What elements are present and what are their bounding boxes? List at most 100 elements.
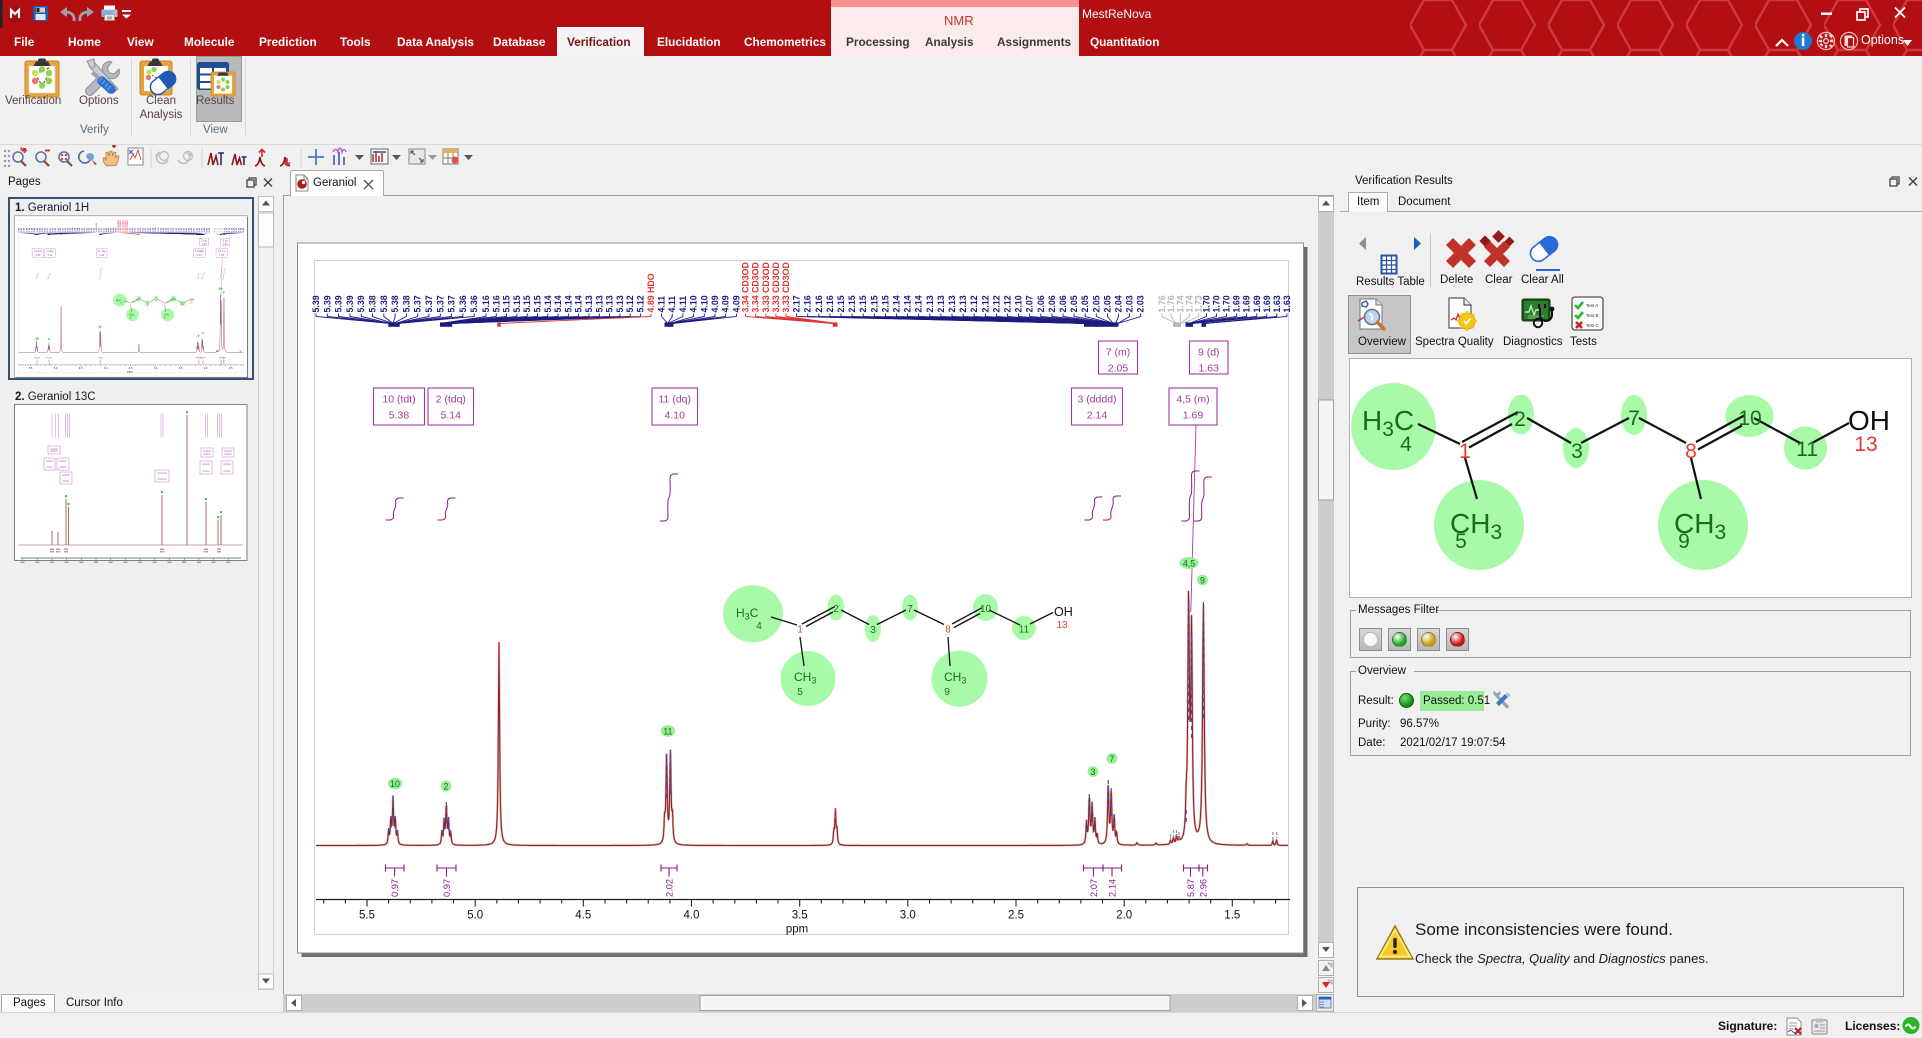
svg-text:4.10: 4.10 <box>665 410 686 422</box>
svg-text:5.39: 5.39 <box>311 295 321 312</box>
svg-text:5.36: 5.36 <box>458 295 468 312</box>
svg-text:5.14: 5.14 <box>553 295 563 312</box>
svg-text:5.87: 5.87 <box>1186 879 1196 897</box>
svg-text:5.15: 5.15 <box>533 295 543 312</box>
svg-text:10: 10 <box>390 779 400 789</box>
svg-text:Test A: Test A <box>1586 303 1598 308</box>
svg-text:4.89 HDO: 4.89 HDO <box>646 273 656 312</box>
svg-text:2.03: 2.03 <box>1136 295 1146 312</box>
svg-text:OH: OH <box>1848 405 1890 436</box>
svg-text:5.37: 5.37 <box>413 295 423 312</box>
svg-text:2.13: 2.13 <box>947 295 957 312</box>
svg-text:5.38: 5.38 <box>401 295 411 312</box>
svg-text:3: 3 <box>1571 440 1583 463</box>
svg-text:5.13: 5.13 <box>615 295 625 312</box>
svg-text:2.12: 2.12 <box>991 295 1001 312</box>
svg-text:1.70: 1.70 <box>1222 295 1232 312</box>
svg-text:2.14: 2.14 <box>903 295 913 312</box>
svg-text:5.38: 5.38 <box>389 410 410 422</box>
svg-text:1.63: 1.63 <box>1282 295 1292 312</box>
svg-text:5.37: 5.37 <box>435 295 445 312</box>
svg-text:5.13: 5.13 <box>584 295 594 312</box>
svg-text:3: 3 <box>1091 767 1096 777</box>
svg-text:1.69: 1.69 <box>1242 295 1252 312</box>
svg-text:4.10: 4.10 <box>699 295 709 312</box>
svg-text:2.16: 2.16 <box>814 295 824 312</box>
svg-text:2 (tdq): 2 (tdq) <box>436 394 466 406</box>
svg-text:5.16: 5.16 <box>481 295 491 312</box>
svg-text:1.63: 1.63 <box>1199 363 1220 375</box>
svg-text:2.15: 2.15 <box>847 295 857 312</box>
svg-text:4.5: 4.5 <box>575 910 591 922</box>
svg-text:2.12: 2.12 <box>980 295 990 312</box>
svg-text:5.39: 5.39 <box>334 295 344 312</box>
svg-text:5.15: 5.15 <box>522 295 532 312</box>
svg-text:2.13: 2.13 <box>958 295 968 312</box>
svg-text:4: 4 <box>756 621 762 632</box>
svg-text:5.39: 5.39 <box>345 295 355 312</box>
svg-text:9: 9 <box>1200 575 1205 585</box>
svg-text:3.34 CD3OD: 3.34 CD3OD <box>751 262 761 312</box>
svg-text:1.69: 1.69 <box>1252 295 1262 312</box>
svg-text:2.96: 2.96 <box>1198 879 1208 897</box>
svg-text:2.12: 2.12 <box>969 295 979 312</box>
svg-text:2.06: 2.06 <box>1036 295 1046 312</box>
svg-text:0.97: 0.97 <box>390 879 400 897</box>
svg-text:2.07: 2.07 <box>1089 879 1099 897</box>
svg-text:2.13: 2.13 <box>936 295 946 312</box>
svg-text:5.38: 5.38 <box>390 295 400 312</box>
svg-text:5.37: 5.37 <box>447 295 457 312</box>
svg-text:4,5: 4,5 <box>1183 558 1195 568</box>
svg-text:4,5 (m): 4,5 (m) <box>1176 394 1209 406</box>
svg-text:3.33 CD3OD: 3.33 CD3OD <box>771 262 781 312</box>
svg-text:2.5: 2.5 <box>1008 910 1024 922</box>
svg-text:2.14: 2.14 <box>1087 410 1108 422</box>
svg-text:4.11: 4.11 <box>667 296 677 313</box>
svg-text:2.05: 2.05 <box>1069 295 1079 312</box>
svg-text:1.69: 1.69 <box>1262 295 1272 312</box>
svg-text:ppm: ppm <box>786 924 808 936</box>
svg-text:2: 2 <box>833 604 839 615</box>
svg-text:4.10: 4.10 <box>689 295 699 312</box>
svg-text:9: 9 <box>1678 530 1690 553</box>
svg-text:5.38: 5.38 <box>368 295 378 312</box>
svg-text:1.5: 1.5 <box>1224 910 1240 922</box>
svg-text:2.15: 2.15 <box>869 295 879 312</box>
svg-text:3.33 CD3OD: 3.33 CD3OD <box>761 262 771 312</box>
svg-text:5.5: 5.5 <box>359 910 375 922</box>
svg-text:4.11: 4.11 <box>657 296 667 313</box>
svg-text:3 (dddd): 3 (dddd) <box>1077 394 1116 406</box>
svg-text:2.15: 2.15 <box>836 295 846 312</box>
svg-text:2.0: 2.0 <box>1116 910 1132 922</box>
svg-text:5.39: 5.39 <box>356 295 366 312</box>
svg-text:1: 1 <box>1459 440 1471 463</box>
svg-text:2: 2 <box>444 781 449 791</box>
svg-text:2.05: 2.05 <box>1091 295 1101 312</box>
svg-text:4.09: 4.09 <box>710 295 720 312</box>
svg-text:4.09: 4.09 <box>721 295 731 312</box>
svg-text:3.5: 3.5 <box>792 910 808 922</box>
svg-text:4: 4 <box>1400 433 1412 456</box>
svg-text:5.12: 5.12 <box>625 295 635 312</box>
svg-text:5.13: 5.13 <box>605 295 615 312</box>
svg-text:2.14: 2.14 <box>914 295 924 312</box>
svg-text:7 (m): 7 (m) <box>1106 347 1131 359</box>
svg-text:0.97: 0.97 <box>442 879 452 897</box>
svg-text:5.14: 5.14 <box>441 410 462 422</box>
svg-text:Test B: Test B <box>1586 313 1599 318</box>
svg-text:5.0: 5.0 <box>467 910 483 922</box>
svg-text:9 (d): 9 (d) <box>1198 347 1220 359</box>
svg-text:8: 8 <box>1685 440 1697 463</box>
svg-text:5: 5 <box>1455 530 1467 553</box>
svg-text:2.04: 2.04 <box>1114 295 1124 312</box>
svg-text:3.34 CD3OD: 3.34 CD3OD <box>741 262 751 312</box>
svg-text:5: 5 <box>797 687 803 698</box>
svg-text:5.12: 5.12 <box>636 295 646 312</box>
svg-text:1.70: 1.70 <box>1202 295 1212 312</box>
svg-text:5.13: 5.13 <box>594 295 604 312</box>
svg-text:10 (tdt): 10 (tdt) <box>382 394 415 406</box>
svg-text:7: 7 <box>1110 754 1115 764</box>
svg-text:OH: OH <box>1054 605 1073 619</box>
svg-text:Test C: Test C <box>1586 323 1600 328</box>
svg-text:5.37: 5.37 <box>424 295 434 312</box>
